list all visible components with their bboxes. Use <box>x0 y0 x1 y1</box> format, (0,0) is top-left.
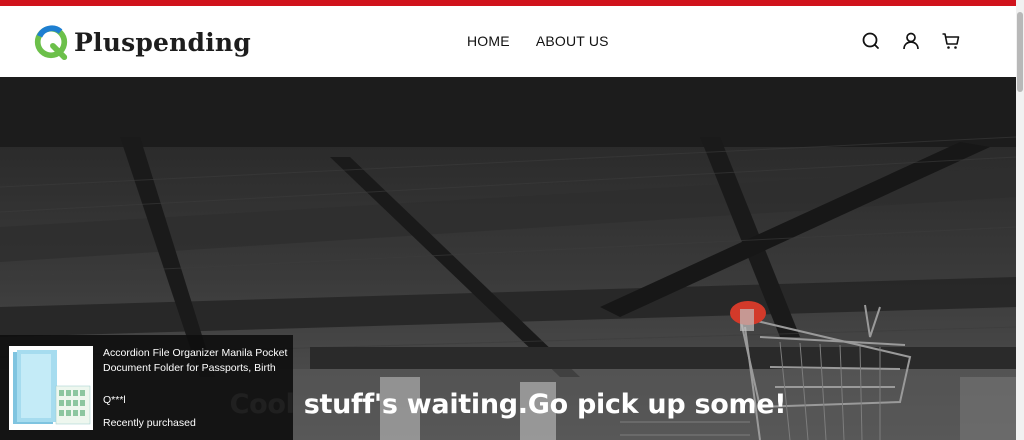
recent-purchase-popup[interactable]: Accordion File Organizer Manila Pocket D… <box>0 335 293 440</box>
cart-icon[interactable] <box>940 30 962 52</box>
accordion-folder-image <box>9 346 93 430</box>
site-logo[interactable]: Pluspending <box>32 24 251 61</box>
purchase-status: Recently purchased <box>103 417 196 429</box>
product-name[interactable]: Accordion File Organizer Manila Pocket D… <box>103 346 288 376</box>
logo-icon <box>34 25 68 61</box>
nav-about-us[interactable]: ABOUT US <box>536 33 609 49</box>
site-header: Pluspending HOME ABOUT US <box>0 6 1016 77</box>
brand-name: Pluspending <box>74 27 251 57</box>
header-actions <box>860 30 962 52</box>
account-icon[interactable] <box>900 30 922 52</box>
scrollbar-thumb[interactable] <box>1017 12 1023 92</box>
search-icon[interactable] <box>860 30 882 52</box>
page-scrollbar[interactable] <box>1016 0 1024 440</box>
buyer-name: Q***l <box>103 394 126 406</box>
main-nav: HOME ABOUT US <box>467 33 609 49</box>
product-thumbnail[interactable] <box>9 346 93 430</box>
nav-home[interactable]: HOME <box>467 33 510 49</box>
